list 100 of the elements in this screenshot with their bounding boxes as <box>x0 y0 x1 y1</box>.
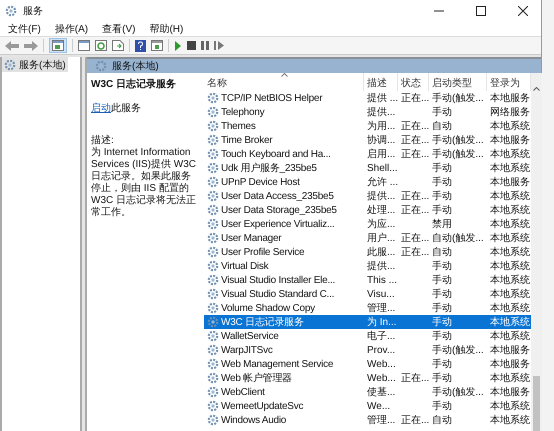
table-cell-text: 提供 ... <box>367 92 398 105</box>
gear-icon <box>207 232 219 244</box>
service-row[interactable]: User Data Storage_235be5 处理... 正在... 手动 本地系统 <box>204 203 531 217</box>
service-row[interactable]: Themes 为用... 正在... 自动 本地系统 <box>204 119 531 133</box>
table-cell-text: 用户... <box>367 232 396 245</box>
table-cell: Web Management Service <box>221 358 334 370</box>
start-service-text: 启动此服务 <box>91 103 142 115</box>
service-row[interactable]: Windows Audio 管理... 正在... 自动 本地系统 <box>204 413 531 427</box>
menu-item[interactable]: 帮助(H) <box>149 22 184 36</box>
service-row[interactable]: User Manager 用户... 正在... 自动(触发... 本地系统 <box>204 231 531 245</box>
scrollbar[interactable] <box>531 73 542 431</box>
table-cell-text: 本地系统 <box>490 162 530 175</box>
table-cell-text: 本地系统 <box>490 414 530 427</box>
table-cell-text: 正在... <box>401 232 430 245</box>
table-cell-text: 本地服务 <box>490 344 530 357</box>
table-cell-text: 本地系统 <box>490 232 530 245</box>
close-icon[interactable] <box>518 6 528 16</box>
service-row[interactable]: Visual Studio Installer Ele... This ... 手动 本地系统 <box>204 273 531 287</box>
table-cell-text: 本地系统 <box>490 288 530 301</box>
maximize-icon[interactable] <box>476 6 486 16</box>
table-cell: Time Broker <box>221 134 272 146</box>
start-link[interactable]: 启动 <box>91 103 111 114</box>
tree-item[interactable]: 服务(本地) <box>2 57 68 72</box>
table-cell-text: 本地系统 <box>490 204 530 217</box>
gear-icon <box>207 204 219 216</box>
table-cell-text: 本地系统 <box>490 274 530 287</box>
service-row[interactable]: UPnP Device Host 允许 ... 手动 本地服务 <box>204 175 531 189</box>
column-header[interactable]: 启动类型 <box>429 73 487 91</box>
table-cell: User Profile Service <box>221 246 304 258</box>
scroll-thumb[interactable] <box>533 376 540 431</box>
gear-icon <box>207 414 219 426</box>
back-arrow-icon[interactable] <box>5 40 19 50</box>
service-row[interactable]: Web Management Service Web... 手动 本地服务 <box>204 357 531 371</box>
gear-icon <box>207 302 219 314</box>
resume-icon[interactable] <box>214 41 224 50</box>
menu-item[interactable]: 查看(V) <box>102 22 136 36</box>
window-icon[interactable] <box>78 40 90 51</box>
menu-item[interactable]: 文件(F) <box>8 22 41 36</box>
table-cell-text: 正在... <box>401 190 430 203</box>
table-cell-text: 手动 <box>432 302 452 315</box>
table-cell: Visu... <box>367 288 395 300</box>
table-cell-text: 手动 <box>432 106 452 119</box>
play-icon[interactable] <box>174 40 182 50</box>
table-cell-text: 为应... <box>367 218 396 231</box>
scroll-up-icon[interactable] <box>533 87 540 91</box>
service-row[interactable]: User Experience Virtualiz... 为应... 禁用 本地系统 <box>204 217 531 231</box>
service-row[interactable]: WalletService 电子... 手动 本地系统 <box>204 329 531 343</box>
table-cell: WarpJITSvc <box>221 344 273 356</box>
service-row[interactable]: Time Broker 协调... 正在... 手动(触发... 本地服务 <box>204 133 531 147</box>
gear-icon <box>95 60 107 72</box>
table-cell-text: 手动(触发... <box>432 344 484 357</box>
table-cell-text: 使基... <box>367 386 396 399</box>
table-cell-text: 本地系统 <box>490 246 530 259</box>
table-cell: We... <box>367 400 390 412</box>
column-header[interactable]: 描述 <box>364 73 398 91</box>
table-cell-text: 正在... <box>401 204 430 217</box>
console-tree-button[interactable] <box>49 38 67 53</box>
service-row[interactable]: Telephony 提供... 手动 网络服务 <box>204 105 531 119</box>
table-cell-text: 自动 <box>432 414 452 427</box>
gear-icon <box>207 386 219 398</box>
service-row[interactable]: Virtual Disk 提供... 手动 本地系统 <box>204 259 531 273</box>
table-cell: Visual Studio Standard C... <box>221 288 334 300</box>
table-cell-text: Web 帐户管理器 <box>221 372 292 385</box>
gear-icon <box>207 274 219 286</box>
forward-arrow-icon[interactable] <box>24 40 38 50</box>
table-cell-text: W3C 日志记录服务 <box>221 316 304 329</box>
service-row[interactable]: WarpJITSvc Prov... 手动(触发... 本地服务 <box>204 343 531 357</box>
table-cell-text: 手动 <box>432 288 452 301</box>
service-row[interactable]: TCP/IP NetBIOS Helper 提供 ... 正在... 手动(触发... 本地服务 <box>204 91 531 105</box>
service-row[interactable]: User Data Access_235be5 提供... 正在... 手动 本地系统 <box>204 189 531 203</box>
service-row[interactable]: WebClient 使基... 手动(触发... 本地服务 <box>204 385 531 399</box>
service-row[interactable]: Udk 用户服务_235be5 Shell... 手动 本地系统 <box>204 161 531 175</box>
pause-icon[interactable] <box>201 41 209 50</box>
service-row[interactable]: W3C 日志记录服务 为 In... 手动 本地系统 <box>204 315 531 329</box>
table-cell: User Data Storage_235be5 <box>221 204 337 216</box>
table-cell-text: 管理... <box>367 414 396 427</box>
table-cell-text: 本地服务 <box>490 134 530 147</box>
table-cell-text: 自动(触发... <box>432 232 484 245</box>
table-cell-text: 正在... <box>401 414 430 427</box>
properties-icon[interactable] <box>151 40 163 51</box>
export-icon[interactable] <box>112 40 124 51</box>
service-row[interactable]: Touch Keyboard and Ha... 启用... 正在... 手动(触发... 本地系统 <box>204 147 531 161</box>
table-cell-text: 手动 <box>432 400 452 413</box>
column-header[interactable]: 名称 <box>204 73 364 91</box>
panel-header: 服务(本地) <box>87 57 541 73</box>
column-header[interactable]: 状态 <box>398 73 429 91</box>
help-icon[interactable] <box>135 40 146 52</box>
gear-icon <box>4 58 16 70</box>
table-cell: Visual Studio Installer Ele... <box>221 274 336 286</box>
table-cell-text: 本地系统 <box>490 316 530 329</box>
table-cell-text: 手动 <box>432 162 452 175</box>
service-row[interactable]: WemeetUpdateSvc We... 手动 本地系统 <box>204 399 531 413</box>
service-row[interactable]: Web 帐户管理器 Web... 正在... 手动 本地系统 <box>204 371 531 385</box>
refresh-icon[interactable] <box>95 40 107 51</box>
service-row[interactable]: Volume Shadow Copy 管理... 手动 本地系统 <box>204 301 531 315</box>
service-row[interactable]: User Profile Service 此服... 正在... 自动 本地系统 <box>204 245 531 259</box>
service-row[interactable]: Visual Studio Standard C... Visu... 手动 本地系统 <box>204 287 531 301</box>
table-cell-text: 手动 <box>432 176 452 189</box>
gear-icon <box>207 344 219 356</box>
menu-item[interactable]: 操作(A) <box>54 22 88 36</box>
